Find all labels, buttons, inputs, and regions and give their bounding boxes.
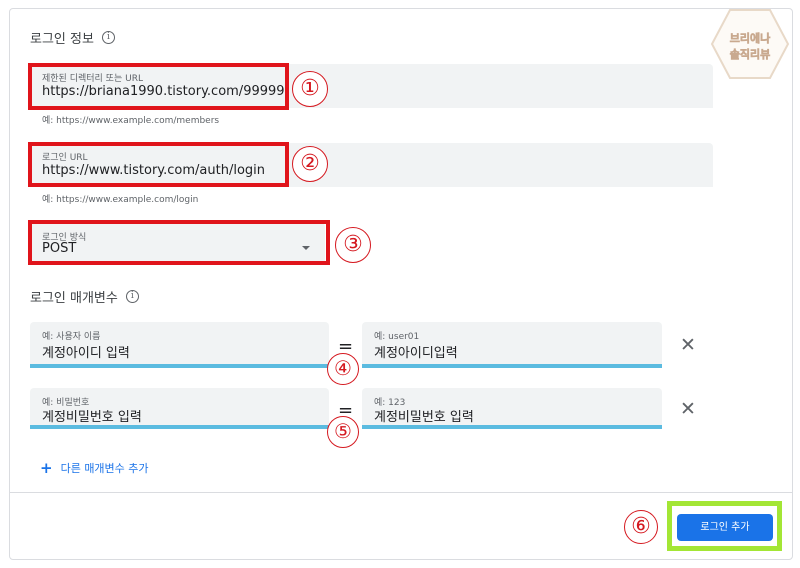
param-value-underline-1 [362, 364, 662, 368]
brand-logo: 브리에나 솔직리뷰 [710, 8, 790, 80]
annotation-number-6: ⑥ [624, 510, 658, 544]
annotation-box-2 [28, 142, 289, 187]
annotation-box-3 [28, 220, 330, 265]
remove-param-icon-2[interactable]: ✕ [680, 400, 696, 419]
login-url-helper: 예: https://www.example.com/login [42, 195, 199, 205]
logo-line-1: 브리에나 [729, 32, 771, 46]
restricted-url-helper: 예: https://www.example.com/members [42, 116, 220, 126]
param-value-field-1[interactable]: 예: user01 계정아이디입력 [362, 322, 662, 366]
info-icon[interactable]: i [125, 290, 139, 303]
annotation-number-3: ③ [335, 227, 371, 263]
param-value-value-2[interactable]: 계정비밀번호 입력 [374, 406, 474, 425]
annotation-number-5: ⑤ [327, 416, 359, 448]
login-params-heading: 로그인 매개변수 i [30, 287, 139, 306]
add-param-button[interactable]: + 다른 매개변수 추가 [40, 459, 149, 477]
annotation-number-4: ④ [327, 353, 359, 385]
param-value-field-2[interactable]: 예: 123 계정비밀번호 입력 [362, 388, 662, 428]
param-name-value-1[interactable]: 계정아이디 입력 [42, 342, 130, 361]
info-icon[interactable]: i [101, 31, 115, 44]
param-name-underline-2 [30, 425, 329, 429]
param-value-underline-2 [362, 425, 662, 429]
login-info-title: 로그인 정보 [30, 32, 94, 47]
param-name-placeholder-1: 예: 사용자 이름 [42, 332, 101, 342]
annotation-number-1: ① [292, 71, 328, 107]
remove-param-icon-1[interactable]: ✕ [680, 336, 696, 355]
annotation-box-1 [28, 63, 289, 110]
param-value-value-1[interactable]: 계정아이디입력 [374, 342, 458, 361]
add-param-label: 다른 매개변수 추가 [60, 462, 149, 475]
param-name-underline-1 [30, 364, 329, 368]
plus-icon: + [40, 459, 53, 477]
param-value-placeholder-1: 예: user01 [374, 332, 420, 342]
login-info-heading: 로그인 정보 i [30, 28, 115, 47]
param-name-value-2[interactable]: 계정비밀번호 입력 [42, 406, 142, 425]
param-name-field-1[interactable]: 예: 사용자 이름 계정아이디 입력 [30, 322, 329, 366]
logo-line-2: 솔직리뷰 [729, 48, 771, 62]
add-login-button[interactable]: 로그인 추가 [677, 514, 773, 541]
param-name-field-2[interactable]: 예: 비밀번호 계정비밀번호 입력 [30, 388, 329, 428]
annotation-number-2: ② [292, 146, 328, 182]
footer-divider [10, 492, 792, 493]
login-params-title: 로그인 매개변수 [30, 291, 118, 306]
